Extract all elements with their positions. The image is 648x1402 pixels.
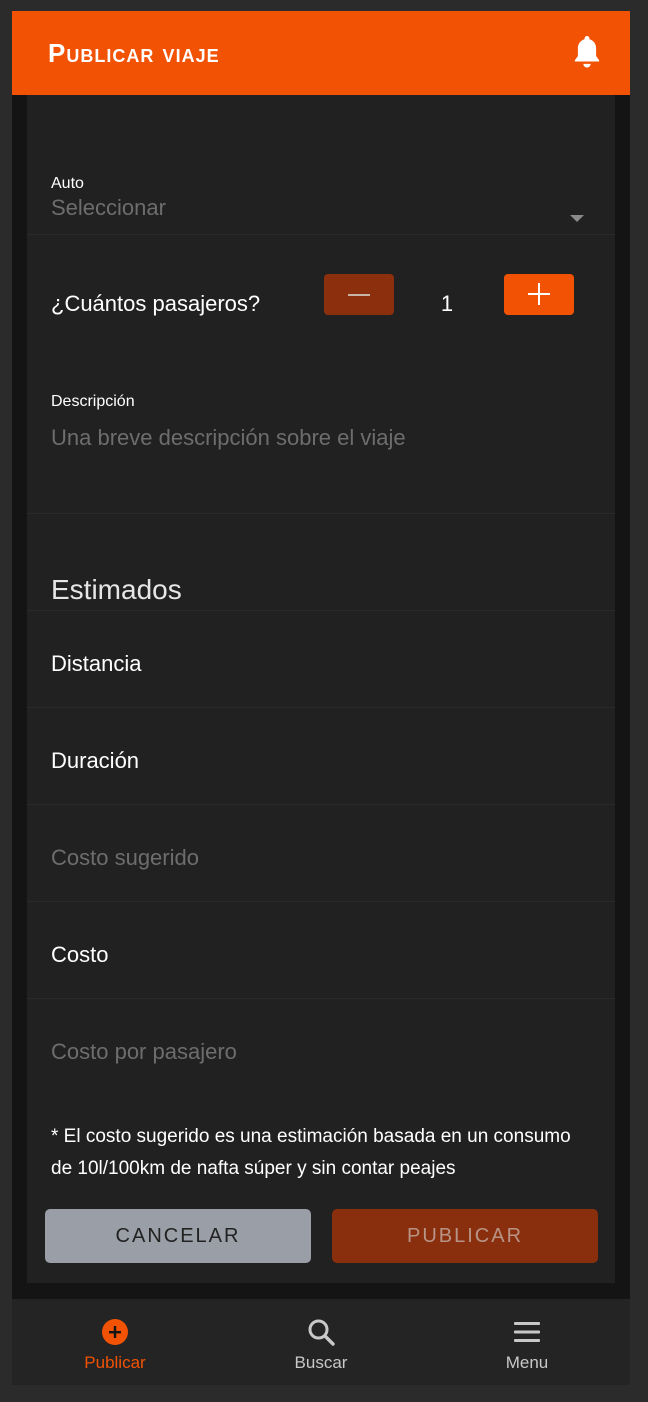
cost-note: * El costo sugerido es una estimación ba…	[51, 1126, 571, 1179]
publish-form-card: Auto Seleccionar ¿Cuántos pasajeros? 1 D…	[27, 95, 615, 1283]
nav-item-menu[interactable]: Menu	[424, 1299, 630, 1385]
app-frame: Publicar viaje Auto Seleccionar ¿Cuántos…	[12, 11, 630, 1385]
divider	[27, 804, 615, 805]
nav-item-buscar[interactable]: Buscar	[218, 1299, 424, 1385]
divider	[27, 707, 615, 708]
bottom-navigation: Publicar Buscar Menu	[12, 1299, 630, 1385]
divider	[27, 998, 615, 999]
divider	[27, 513, 615, 514]
distance-label: Distancia	[51, 651, 142, 676]
app-bar: Publicar viaje	[12, 11, 630, 95]
nav-label-menu: Menu	[505, 1353, 549, 1372]
auto-select[interactable]: Seleccionar	[51, 195, 166, 221]
description-input[interactable]: Una breve descripción sobre el viaje	[51, 425, 406, 451]
passengers-count: 1	[440, 291, 454, 316]
suggested-cost-field: Costo sugerido	[51, 845, 199, 870]
bell-icon[interactable]	[572, 36, 602, 70]
cancel-button[interactable]: CANCELAR	[45, 1209, 311, 1263]
nav-label-publicar: Publicar	[84, 1353, 146, 1372]
page-title: Publicar viaje	[48, 37, 220, 68]
divider	[27, 234, 615, 235]
minus-icon	[348, 293, 370, 296]
divider	[27, 610, 615, 611]
description-label: Descripción	[51, 393, 135, 410]
search-icon	[308, 1319, 335, 1346]
decrement-passengers-button[interactable]	[324, 274, 394, 315]
publish-button[interactable]: PUBLICAR	[332, 1209, 598, 1263]
add-circle-icon	[102, 1319, 128, 1345]
cost-label: Costo	[51, 942, 109, 967]
nav-label-buscar: Buscar	[294, 1353, 348, 1372]
nav-item-publicar[interactable]: Publicar	[12, 1299, 218, 1385]
auto-label: Auto	[51, 175, 84, 192]
increment-passengers-button[interactable]	[504, 274, 574, 315]
estimates-title: Estimados	[51, 574, 182, 605]
duration-label: Duración	[51, 748, 140, 773]
passengers-label: ¿Cuántos pasajeros?	[51, 291, 261, 316]
cost-per-passenger-field: Costo por pasajero	[51, 1039, 237, 1064]
divider	[27, 901, 615, 902]
caret-down-icon[interactable]	[570, 215, 584, 222]
menu-icon	[514, 1322, 540, 1342]
